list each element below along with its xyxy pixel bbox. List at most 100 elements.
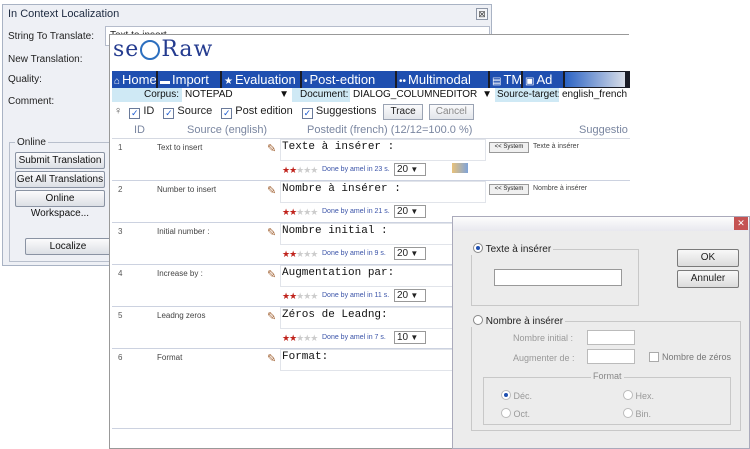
cancel-button[interactable]: Cancel <box>428 104 474 120</box>
corpus-select[interactable]: NOTEPAD ▼ <box>182 88 292 102</box>
toolbar-ad-button[interactable]: ▣ Ad <box>523 71 563 88</box>
initial-number-label: Nombre initial : <box>513 333 574 343</box>
format-label: Format <box>591 371 624 381</box>
close-icon[interactable]: ✕ <box>734 217 748 230</box>
pencil-icon[interactable]: ✎ <box>267 352 276 365</box>
suggestions-filter-label: Suggestions <box>315 105 377 117</box>
rating-value: 20 <box>397 290 409 301</box>
chevron-down-icon: ▼ <box>279 89 289 100</box>
format-dec-radio[interactable] <box>501 390 511 400</box>
insert-text-option[interactable]: Texte à insérer <box>471 243 554 255</box>
insert-text-radio[interactable] <box>473 243 483 253</box>
toolbar-label: Import <box>172 72 209 87</box>
post-edition-checkbox[interactable]: ✓ <box>221 108 233 119</box>
comment-label: Comment: <box>8 96 55 107</box>
annuler-button[interactable]: Annuler <box>677 270 739 288</box>
toolbar-multimodal-button[interactable]: •• Multimodal <box>397 71 488 88</box>
format-hex-radio[interactable] <box>623 390 633 400</box>
star-icon: ★ <box>224 76 233 87</box>
rating-select[interactable]: 10 ▼ <box>394 331 426 344</box>
rating-stars-icon[interactable]: ★★★★★ <box>282 333 318 344</box>
ok-button[interactable]: OK <box>677 249 739 267</box>
source-checkbox[interactable]: ✓ <box>163 108 175 119</box>
toolbar-label: TM <box>503 72 521 87</box>
initial-number-input[interactable] <box>587 330 635 345</box>
corpus-value: NOTEPAD <box>185 89 233 100</box>
rating-stars-icon[interactable]: ★★★★★ <box>282 249 318 260</box>
source-text: Leadng zeros <box>157 311 206 320</box>
row-id: 5 <box>118 311 123 320</box>
postedit-text: Format: <box>282 351 329 363</box>
pencil-icon[interactable]: ✎ <box>267 142 276 155</box>
logo-text-left: se <box>113 37 140 62</box>
close-icon[interactable]: ⊠ <box>476 8 488 20</box>
rating-stars-icon[interactable]: ★★★★★ <box>282 165 318 176</box>
toolbar-extra-icons[interactable] <box>565 72 625 87</box>
lightbulb-icon[interactable]: ♀ <box>114 105 122 117</box>
insert-number-option[interactable]: Nombre à insérer <box>471 315 566 327</box>
system-button[interactable]: << System <box>489 142 529 153</box>
format-bin-radio[interactable] <box>623 408 633 418</box>
pencil-icon[interactable]: ✎ <box>267 268 276 281</box>
rating-stars-icon[interactable]: ★★★★★ <box>282 291 318 302</box>
format-oct-option[interactable]: Oct. <box>501 408 530 419</box>
increase-by-input[interactable] <box>587 349 635 364</box>
done-by-text: Done by amel in 7 s. <box>322 334 386 341</box>
chevron-down-icon: ▼ <box>408 165 419 174</box>
pencil-icon[interactable]: ✎ <box>267 226 276 239</box>
system-button[interactable]: << System <box>489 184 529 195</box>
postedit-text: Nombre initial : <box>282 225 388 237</box>
rating-value: 10 <box>397 332 409 343</box>
rating-select[interactable]: 20 ▼ <box>394 163 426 176</box>
toolbar-evaluation-button[interactable]: ★ Evaluation <box>222 71 300 88</box>
rating-select[interactable]: 20 ▼ <box>394 205 426 218</box>
format-dec-option[interactable]: Déc. <box>501 390 532 401</box>
pencil-icon[interactable]: ✎ <box>267 184 276 197</box>
string-to-translate-label: String To Translate: <box>8 31 94 42</box>
rating-select[interactable]: 20 ▼ <box>394 289 426 302</box>
logo-text-right: Raw <box>161 37 214 62</box>
suggestions-checkbox[interactable]: ✓ <box>301 108 313 119</box>
col-source: Source (english) <box>187 124 268 136</box>
document-value: DIALOG_COLUMNEDITOR <box>353 89 478 100</box>
window-title: In Context Localization <box>8 8 120 20</box>
submit-translation-button[interactable]: Submit Translation <box>15 152 105 169</box>
dialog-titlebar <box>453 217 749 231</box>
id-checkbox[interactable]: ✓ <box>129 108 141 119</box>
chevron-down-icon: ▼ <box>482 89 492 100</box>
toolbar-label: Evaluation <box>234 72 296 87</box>
leading-zeros-option[interactable]: Nombre de zéros <box>649 352 731 362</box>
online-workspace-button[interactable]: Online Workspace... <box>15 190 105 219</box>
insert-text-input[interactable] <box>494 269 622 286</box>
postedit-text: Augmentation par: <box>282 267 395 279</box>
rating-stars-icon[interactable]: ★★★★★ <box>282 207 318 218</box>
rating-select[interactable]: 20 ▼ <box>394 247 426 260</box>
source-target-select[interactable]: english_french <box>559 88 631 102</box>
format-bin-label: Bin. <box>635 409 652 419</box>
format-bin-option[interactable]: Bin. <box>623 408 651 419</box>
toolbar-tm-button[interactable]: ▤ TM <box>490 71 521 88</box>
format-oct-radio[interactable] <box>501 408 511 418</box>
leading-zeros-checkbox[interactable] <box>649 352 659 362</box>
chevron-down-icon: ▼ <box>408 207 419 216</box>
tm-icon: ▤ <box>492 76 502 87</box>
suggestion-text: Texte à insérer <box>533 143 579 150</box>
localize-button[interactable]: Localize <box>25 238 111 255</box>
toolbar-home-button[interactable]: ⌂ Home <box>112 71 156 88</box>
trace-button[interactable]: Trace <box>383 104 423 120</box>
comment-icon[interactable] <box>452 163 468 173</box>
source-filter-label: Source <box>177 105 213 117</box>
source-text: Increase by : <box>157 269 203 278</box>
chevron-down-icon: ▼ <box>408 291 419 300</box>
leading-zeros-label: Nombre de zéros <box>662 352 732 362</box>
toolbar-label: Multimodal <box>408 72 471 87</box>
insert-text-label: Texte à insérer <box>485 244 552 255</box>
format-hex-option[interactable]: Hex. <box>623 390 654 401</box>
insert-number-radio[interactable] <box>473 315 483 325</box>
toolbar-import-button[interactable]: ▬ Import <box>158 71 220 88</box>
row-id: 6 <box>118 353 123 362</box>
toolbar-postedtion-button[interactable]: • Post-edtion <box>302 71 395 88</box>
document-select[interactable]: DIALOG_COLUMNEDITOR ▼ <box>350 88 495 102</box>
get-all-translations-button[interactable]: Get All Translations <box>15 171 105 188</box>
pencil-icon[interactable]: ✎ <box>267 310 276 323</box>
